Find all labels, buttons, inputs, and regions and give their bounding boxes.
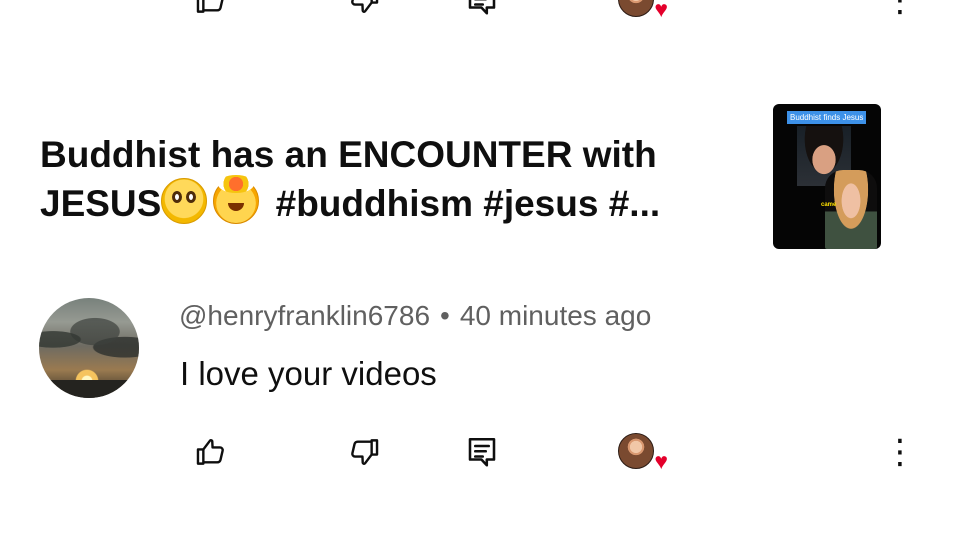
more-vertical-icon: ⋮ (883, 0, 917, 19)
dislike-button[interactable] (344, 430, 384, 474)
comment-time: 40 minutes ago (459, 300, 652, 331)
like-button[interactable] (191, 430, 231, 474)
exploding-head-emoji (213, 175, 260, 224)
comment-actions: ♥ ⋮ (0, 430, 960, 480)
meta-separator: • (440, 300, 450, 331)
creator-avatar: ♥ (618, 433, 668, 473)
heart-icon: ♥ (654, 448, 668, 474)
creator-face (618, 0, 654, 17)
more-options-button[interactable]: ⋮ (880, 430, 920, 474)
thumbnail-word: came (821, 202, 837, 208)
thumb-down-icon (351, 439, 379, 465)
thumb-down-icon (351, 0, 379, 13)
commenter-avatar[interactable] (39, 298, 139, 398)
video-title-hashtags: #buddhism #jesus #... (275, 183, 661, 224)
creator-heart: ♥ (610, 0, 668, 22)
video-title[interactable]: Buddhist has an ENCOUNTER with JESUS #bu… (40, 132, 740, 227)
flushed-face-emoji (161, 178, 208, 224)
thumbnail-caption: Buddhist finds Jesus (787, 111, 867, 124)
creator-avatar: ♥ (618, 0, 668, 21)
creator-heart: ♥ (610, 430, 668, 474)
like-button[interactable] (191, 0, 231, 22)
comment-text: I love your videos (180, 355, 437, 392)
video-title-jesus: JESUS (40, 183, 162, 224)
creator-face (618, 433, 654, 469)
thumbnail-person-2 (825, 170, 877, 249)
video-thumbnail[interactable]: Buddhist finds Jesus came (773, 104, 881, 249)
video-title-line-1: Buddhist has an ENCOUNTER with (40, 134, 657, 175)
comment-icon (468, 0, 496, 15)
reply-button[interactable] (462, 0, 502, 22)
dislike-button[interactable] (344, 0, 384, 22)
more-vertical-icon: ⋮ (883, 433, 917, 471)
top-comment-actions: ♥ ⋮ (0, 0, 960, 28)
comment-author[interactable]: @henryfranklin6786 (179, 300, 430, 331)
comment-meta: @henryfranklin6786 • 40 minutes ago (179, 298, 651, 334)
reply-button[interactable] (462, 430, 502, 474)
more-options-button[interactable]: ⋮ (880, 0, 920, 22)
thumb-up-icon (196, 439, 224, 465)
thumb-up-icon (196, 0, 224, 13)
comment-icon (468, 437, 496, 467)
heart-icon: ♥ (654, 0, 668, 22)
